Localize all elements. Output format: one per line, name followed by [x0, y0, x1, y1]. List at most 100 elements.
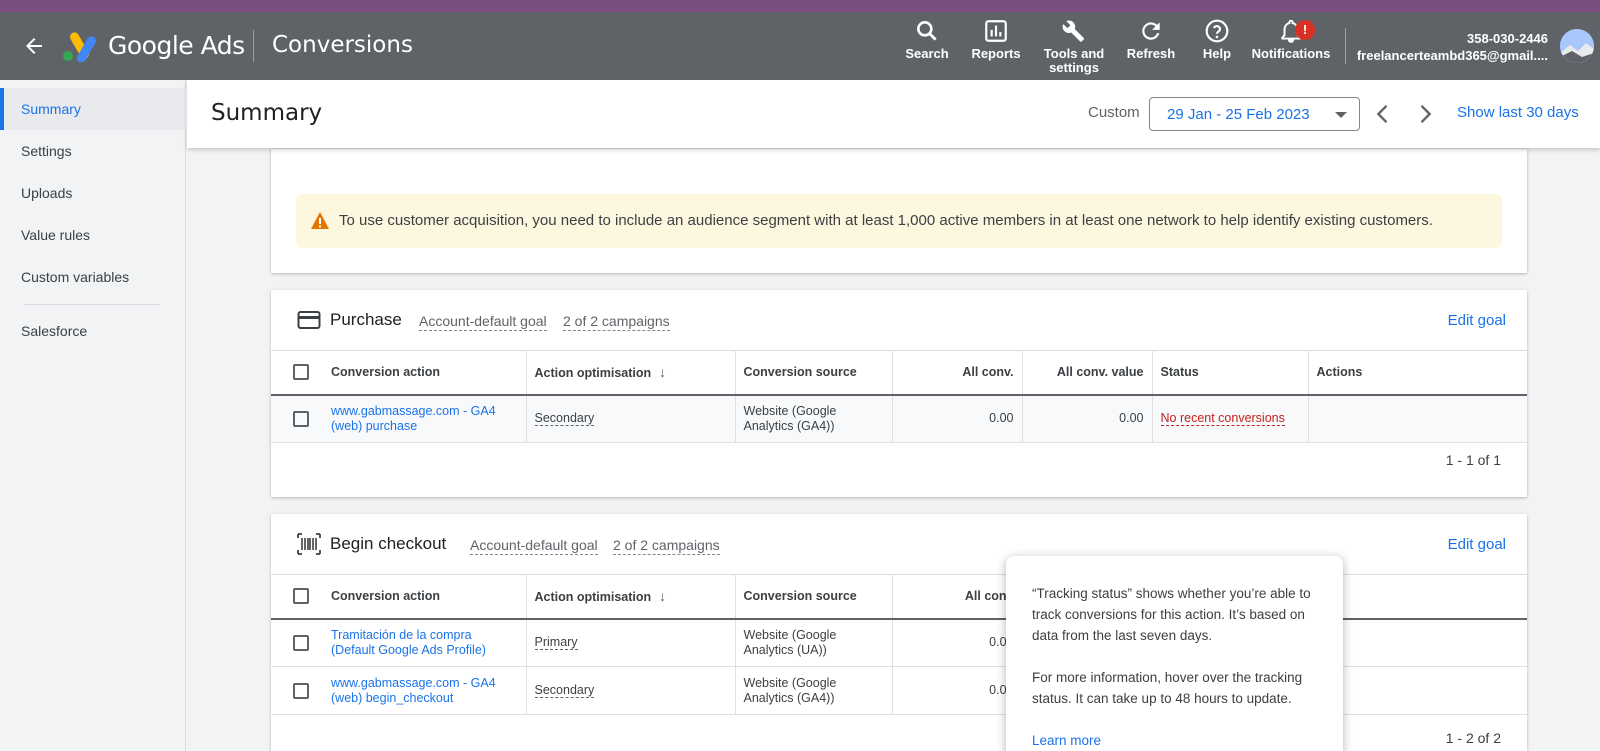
- help-label: Help: [1202, 46, 1232, 61]
- back-arrow-icon[interactable]: [22, 34, 46, 58]
- warning-text: To use customer acquisition, you need to…: [339, 212, 1433, 229]
- tracking-status-tooltip: “Tracking status” shows whether you’re a…: [1006, 556, 1343, 751]
- notifications-label: Notifications: [1251, 46, 1331, 61]
- sort-descending-icon: ↓: [659, 364, 667, 381]
- conversion-actions-table: Conversion action Action optimisation ↓ C…: [271, 350, 1527, 443]
- page-name: Conversions: [272, 32, 413, 58]
- col-status[interactable]: Status: [1152, 350, 1309, 396]
- search-label: Search: [905, 46, 949, 61]
- conversion-source-value: Website (Google Analytics (UA)): [735, 618, 893, 667]
- tools-settings-button[interactable]: Tools and settings: [1040, 18, 1108, 80]
- edit-goal-button[interactable]: Edit goal: [1448, 536, 1506, 553]
- goal-type-label[interactable]: Account-default goal: [470, 537, 598, 555]
- col-actions: Actions: [1308, 350, 1527, 396]
- conversion-action-link[interactable]: Tramitación de la compra (Default Google…: [331, 628, 486, 657]
- sidebar-item-uploads[interactable]: Uploads: [0, 172, 186, 214]
- goal-type-label[interactable]: Account-default goal: [419, 313, 547, 331]
- notification-badge: !: [1295, 20, 1315, 40]
- row-checkbox[interactable]: [293, 634, 309, 651]
- sidebar-divider: [24, 304, 160, 305]
- page-title-bar: Summary Custom 29 Jan - 25 Feb 2023 Show…: [187, 80, 1600, 148]
- avatar-image-icon: [1560, 29, 1594, 63]
- conversion-action-link[interactable]: www.gabmassage.com - GA4 (web) begin_che…: [331, 676, 496, 705]
- tracking-status[interactable]: No recent conversions: [1160, 411, 1285, 427]
- optimisation-value[interactable]: Primary: [534, 635, 578, 651]
- sidebar-item-summary[interactable]: Summary: [0, 88, 186, 130]
- col-conversion-source[interactable]: Conversion source: [735, 350, 893, 396]
- optimisation-value[interactable]: Secondary: [534, 683, 595, 698]
- conversion-source-value: Website (Google Analytics (GA4)): [735, 666, 893, 715]
- date-range-picker[interactable]: 29 Jan - 25 Feb 2023: [1149, 97, 1360, 131]
- warning-card: To use customer acquisition, you need to…: [271, 148, 1527, 273]
- search-icon: [917, 21, 937, 41]
- all-conv-value: 0.00: [892, 394, 1023, 443]
- date-range-value: 29 Jan - 25 Feb 2023: [1167, 106, 1310, 123]
- row-checkbox[interactable]: [293, 410, 309, 427]
- all-conv-value-value: 0.00: [1022, 394, 1153, 443]
- tooltip-paragraph-2: For more information, hover over the tra…: [1032, 670, 1303, 706]
- brand-name: Google Ads: [108, 31, 245, 60]
- refresh-label: Refresh: [1126, 46, 1176, 61]
- pagination-label: 1 - 2 of 2: [1445, 730, 1501, 746]
- select-all-checkbox[interactable]: [293, 588, 309, 605]
- col-action-optimisation[interactable]: Action optimisation ↓: [526, 574, 736, 620]
- page-title: Summary: [211, 100, 323, 126]
- select-all-checkbox[interactable]: [293, 364, 309, 381]
- refresh-icon: [1142, 22, 1160, 40]
- header-divider: [253, 30, 254, 62]
- previous-period-icon[interactable]: [1369, 100, 1397, 128]
- sidebar-item-salesforce[interactable]: Salesforce: [0, 310, 186, 352]
- col-all-conv[interactable]: All conv.: [892, 350, 1023, 396]
- search-button[interactable]: Search: [900, 18, 954, 80]
- customer-acquisition-warning: To use customer acquisition, you need to…: [296, 194, 1502, 248]
- next-period-icon[interactable]: [1411, 100, 1439, 128]
- col-conversion-action[interactable]: Conversion action: [323, 350, 527, 396]
- warning-icon: [311, 212, 329, 229]
- refresh-button[interactable]: Refresh: [1124, 18, 1178, 80]
- reports-label: Reports: [971, 46, 1021, 61]
- row-checkbox[interactable]: [293, 682, 309, 699]
- table-header-row: Conversion action Action optimisation ↓ C…: [271, 350, 1527, 396]
- reports-button[interactable]: Reports: [968, 18, 1024, 80]
- actions-cell: [1308, 394, 1527, 443]
- col-action-optimisation-label: Action optimisation: [534, 366, 652, 381]
- account-email: freelancerteambd365@gmail....: [1356, 48, 1548, 63]
- barcode-icon: [297, 533, 321, 555]
- col-conversion-action[interactable]: Conversion action: [323, 574, 527, 620]
- account-info[interactable]: 358-030-2446 freelancerteambd365@gmail..…: [1357, 30, 1548, 64]
- goal-name: Begin checkout: [330, 534, 447, 553]
- col-action-optimisation[interactable]: Action optimisation ↓: [526, 350, 736, 396]
- col-all-conv-value[interactable]: All conv. value: [1022, 350, 1153, 396]
- header-account-divider: [1345, 28, 1346, 64]
- date-custom-label: Custom: [1088, 104, 1140, 121]
- goal-name: Purchase: [330, 310, 402, 329]
- google-ads-logo-icon: [63, 32, 96, 62]
- sidebar-item-settings[interactable]: Settings: [0, 130, 186, 172]
- conversion-action-link[interactable]: www.gabmassage.com - GA4 (web) purchase: [331, 404, 496, 433]
- goal-campaigns-label[interactable]: 2 of 2 campaigns: [563, 313, 670, 331]
- show-last-30-days-link[interactable]: Show last 30 days: [1457, 104, 1579, 121]
- col-all-conv[interactable]: All conv: [892, 574, 1023, 620]
- table-row: www.gabmassage.com - GA4 (web) purchase …: [271, 394, 1527, 443]
- learn-more-link[interactable]: Learn more: [1032, 730, 1317, 751]
- goal-campaigns-label[interactable]: 2 of 2 campaigns: [613, 537, 720, 555]
- sidebar-item-value-rules[interactable]: Value rules: [0, 214, 186, 256]
- help-icon: [1205, 19, 1229, 43]
- notifications-button[interactable]: Notifications !: [1251, 18, 1331, 80]
- browser-tab-strip: [0, 0, 1600, 12]
- help-button[interactable]: Help: [1199, 18, 1235, 80]
- wrench-icon: [1062, 20, 1085, 42]
- top-app-bar: Google Ads Conversions Search Reports To…: [0, 12, 1600, 80]
- all-conv-value: 0.00: [892, 618, 1023, 667]
- optimisation-value[interactable]: Secondary: [534, 411, 595, 427]
- goal-card-purchase: Purchase Account-default goal 2 of 2 cam…: [271, 290, 1527, 497]
- col-action-optimisation-label: Action optimisation: [534, 590, 652, 605]
- edit-goal-button[interactable]: Edit goal: [1448, 312, 1506, 329]
- conversion-source-value: Website (Google Analytics (GA4)): [735, 394, 893, 443]
- avatar[interactable]: [1560, 29, 1594, 63]
- dropdown-caret-icon: [1335, 112, 1347, 118]
- tooltip-paragraph-1: “Tracking status” shows whether you’re a…: [1032, 586, 1311, 643]
- col-conversion-source[interactable]: Conversion source: [735, 574, 893, 620]
- sidebar-item-custom-variables[interactable]: Custom variables: [0, 256, 186, 298]
- reports-icon: [985, 20, 1007, 42]
